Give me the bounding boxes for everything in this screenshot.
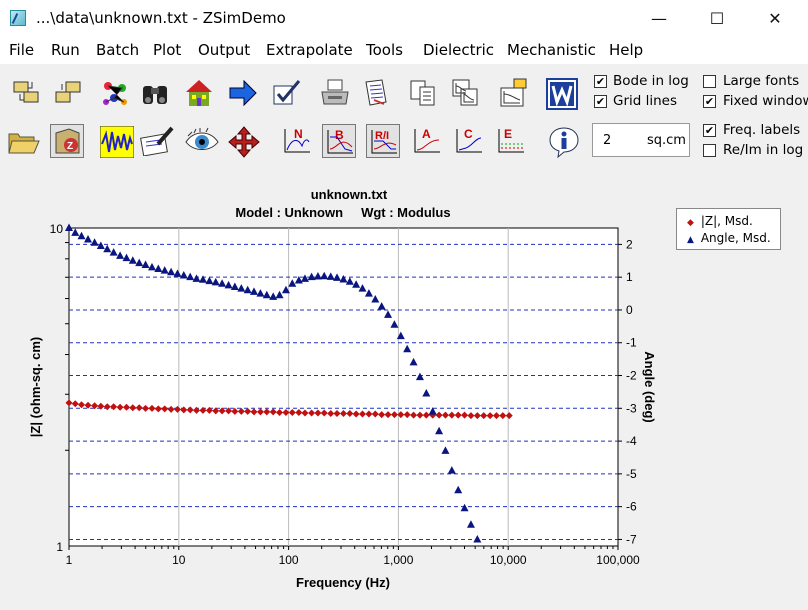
legend-item-angle: ▲ Angle, Msd. (687, 231, 771, 245)
triangle-icon: ▲ (687, 235, 694, 245)
x-tick-label: 10,000 (490, 553, 527, 567)
chart-title: unknown.txt (311, 187, 388, 202)
y2-tick-label: -1 (626, 336, 637, 350)
y2-axis-label: Angle (deg) (642, 351, 657, 423)
y2-tick-label: -2 (626, 369, 637, 383)
y2-tick-label: -6 (626, 500, 637, 514)
y2-tick-label: -4 (626, 434, 637, 448)
x-tick-label: 100 (279, 553, 299, 567)
y2-tick-label: -7 (626, 532, 637, 546)
y-tick-label: 10 (50, 222, 64, 236)
x-tick-label: 1 (66, 553, 73, 567)
y2-tick-label: -3 (626, 401, 637, 415)
x-tick-label: 100,000 (596, 553, 640, 567)
x-tick-label: 10 (172, 553, 186, 567)
x-axis-label: Frequency (Hz) (296, 575, 390, 590)
legend-item-z: ◆ |Z|, Msd. (687, 214, 753, 228)
x-tick-label: 1,000 (383, 553, 413, 567)
chart-subtitle: Model : Unknown Wgt : Modulus (235, 205, 450, 220)
y-axis-label: |Z| (ohm-sq. cm) (28, 337, 43, 437)
legend-label-z: |Z|, Msd. (700, 214, 753, 228)
y2-tick-label: -5 (626, 467, 637, 481)
angle-data-point (65, 223, 73, 231)
legend-label-angle: Angle, Msd. (700, 231, 771, 245)
y2-tick-label: 0 (626, 303, 633, 317)
y2-tick-label: 2 (626, 237, 633, 251)
chart-legend: ◆ |Z|, Msd. ▲ Angle, Msd. (676, 208, 781, 250)
y-tick-label: 1 (56, 540, 63, 554)
diamond-icon: ◆ (687, 218, 694, 228)
y2-tick-label: 1 (626, 270, 633, 284)
bode-chart: unknown.txt Model : Unknown Wgt : Modulu… (28, 187, 657, 590)
